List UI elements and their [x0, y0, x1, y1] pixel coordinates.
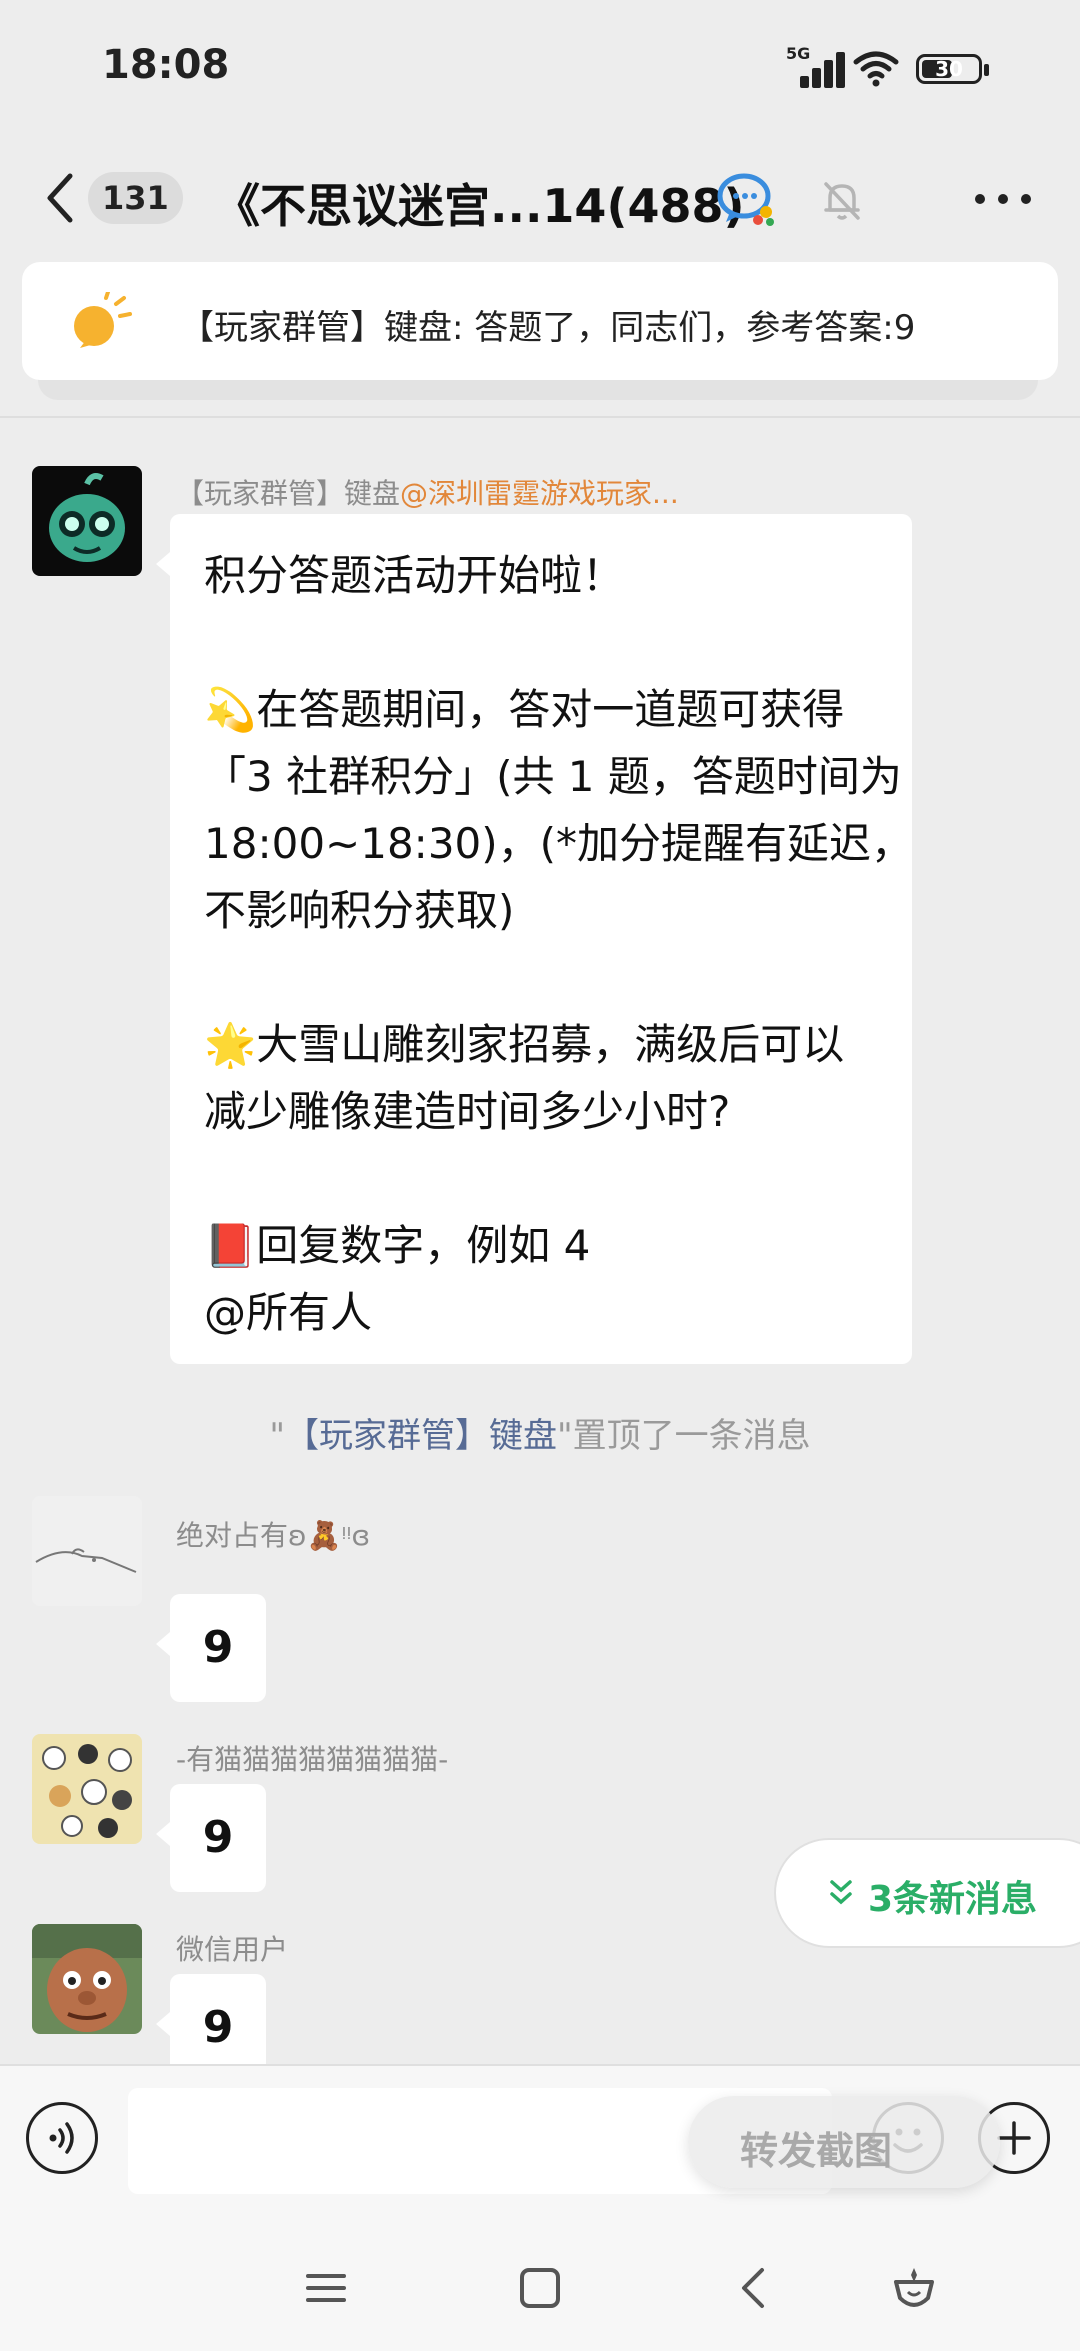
status-bar: 18:08 5G 30 [0, 0, 1080, 140]
message-line: 18:00~18:30)，(*加分提醒有延迟， [204, 819, 914, 868]
avatar[interactable] [32, 466, 142, 576]
menu-icon[interactable] [296, 2258, 356, 2318]
avatar[interactable] [32, 1734, 142, 1844]
pinned-message-banner[interactable]: 【玩家群管】键盘: 答题了，同志们，参考答案:9 [22, 262, 1058, 380]
mute-bell-icon [824, 182, 860, 220]
unread-count-badge[interactable]: 131 [88, 172, 183, 224]
message-sender: 【玩家群管】键盘@深圳雷霆游戏玩家... [176, 472, 679, 512]
message-bubble[interactable]: 积分答题活动开始啦！ 💫在答题期间，答对一道题可获得 「3 社群积分」(共 1 … [156, 514, 913, 1364]
wifi-icon [853, 51, 899, 87]
voice-waves-icon [49, 2122, 74, 2154]
battery-icon: 30 [916, 54, 989, 84]
message-sender: 微信用户 [176, 1933, 289, 1966]
chat-title[interactable]: 《不思议迷宫...14(488) [214, 170, 745, 236]
voice-icon[interactable] [26, 2102, 98, 2174]
assistant-icon[interactable] [884, 2258, 944, 2318]
message-line: 减少雕像建造时间多少小时? [204, 1087, 731, 1136]
cartoon-face-avatar-icon [32, 1924, 142, 2032]
forward-screenshot-label: 转发截图 [740, 2129, 893, 2173]
message-text: 9 [202, 2002, 234, 2053]
message-sender: -有猫猫猫猫猫猫猫猫- [176, 1743, 449, 1776]
message-line [204, 944, 913, 1011]
sender-mention[interactable]: @深圳雷霆游戏玩家... [400, 477, 679, 510]
message-sender: 绝对占有ʚ🧸ᵎᵎɞ [176, 1519, 371, 1552]
avatar[interactable] [32, 1496, 142, 1606]
message-line: 积分答题活动开始啦！ [204, 551, 625, 600]
header-divider [0, 416, 1080, 418]
notice-quote-close: " [557, 1416, 573, 1456]
message-line: 💫在答题期间，答对一道题可获得 [204, 685, 845, 734]
pinned-text: 【玩家群管】键盘: 答题了，同志们，参考答案:9 [180, 308, 916, 348]
message-line: @所有人 [204, 1288, 373, 1337]
new-messages-label: 3条新消息 [868, 1879, 1038, 1920]
sender-name: 【玩家群管】键盘 [176, 477, 401, 510]
system-notice: "【玩家群管】键盘"置顶了一条消息 [0, 1408, 1080, 1457]
chevron-down-double-icon [830, 1880, 852, 1905]
bulb-icon [74, 292, 132, 348]
avatar[interactable] [32, 1924, 142, 2034]
battery-level: 30 [935, 57, 963, 81]
message-bubble[interactable]: 9 [156, 1784, 266, 1892]
status-time: 18:08 [102, 42, 230, 88]
chat-header: 131 《不思议迷宫...14(488) [0, 150, 1080, 250]
message-text: 积分答题活动开始啦！ 💫在答题期间，答对一道题可获得 「3 社群积分」(共 1 … [204, 542, 913, 1346]
message-line [204, 1145, 913, 1212]
notice-name[interactable]: 【玩家群管】键盘 [285, 1416, 557, 1456]
home-square-icon[interactable] [510, 2258, 570, 2318]
sketch-avatar-icon [35, 1548, 137, 1573]
system-nav-bar [0, 2224, 1080, 2351]
group-chat-icon[interactable] [716, 170, 776, 226]
notice-suffix: 置顶了一条消息 [572, 1416, 811, 1456]
message-text: 9 [202, 1622, 234, 1673]
cats-avatar-icon [42, 1744, 132, 1838]
message-line: 不影响积分获取) [204, 886, 515, 935]
nav-back-icon[interactable] [724, 2258, 784, 2318]
message-bubble[interactable]: 9 [156, 1594, 266, 1702]
forward-screenshot-overlay[interactable]: 转发截图 [688, 2096, 1000, 2188]
message-line: 🌟大雪山雕刻家招募，满级后可以 [204, 1020, 845, 1069]
new-messages-button[interactable]: 3条新消息 [774, 1838, 1080, 1948]
message-line: 📕回复数字，例如 4 [204, 1221, 591, 1270]
message-line [204, 609, 913, 676]
message-text: 9 [202, 1812, 234, 1863]
alien-avatar-icon [49, 473, 125, 562]
notice-quote-open: " [269, 1416, 285, 1456]
message-line: 「3 社群积分」(共 1 题，答题时间为 [204, 752, 902, 801]
signal-icon [790, 48, 850, 88]
more-dots-icon[interactable] [975, 194, 1031, 206]
back-arrow-icon[interactable] [40, 170, 80, 226]
